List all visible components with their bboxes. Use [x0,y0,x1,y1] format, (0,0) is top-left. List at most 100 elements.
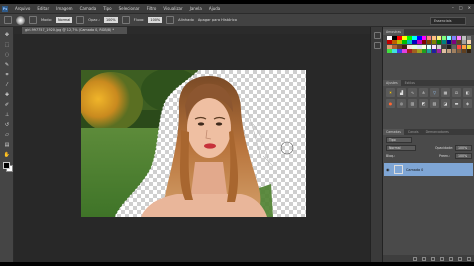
history-panel-icon[interactable] [374,32,381,39]
color-swatch[interactable] [461,40,467,45]
flow-field[interactable]: 100% [148,17,163,23]
foreground-color-swatch[interactable] [3,162,10,169]
gradient-map-icon[interactable]: ▬ [452,99,461,108]
color-swatch[interactable] [401,49,407,54]
color-swatch[interactable] [426,36,432,40]
erase-to-history-checkbox[interactable]: Apagar para Histórico [198,18,237,22]
menu-item-file[interactable]: Arquivo [15,6,30,11]
menu-item-image[interactable]: Imagem [56,6,72,11]
quick-select-tool-icon[interactable]: ✎ [2,60,12,69]
color-swatch[interactable] [391,40,397,45]
color-swatch[interactable] [391,36,397,40]
levels-icon[interactable]: ▟ [397,88,406,97]
color-swatch[interactable] [446,40,452,45]
hue-saturation-icon[interactable]: ▦ [441,88,450,97]
color-swatch[interactable] [421,40,427,45]
menu-item-edit[interactable]: Editar [37,6,49,11]
delete-layer-icon[interactable] [467,256,471,261]
move-tool-icon[interactable]: ✥ [2,30,12,39]
eyedropper-tool-icon[interactable]: ⁄ [2,80,12,89]
tab-adjustments[interactable]: Ajustes [383,80,401,86]
menu-item-select[interactable]: Selecionar [119,6,140,11]
menu-item-type[interactable]: Tipo [103,6,111,11]
threshold-icon[interactable]: ◪ [441,99,450,108]
color-swatch[interactable] [466,44,472,49]
selective-color-icon[interactable]: ◈ [463,99,472,108]
color-swatch[interactable] [441,36,447,40]
photo-filter-icon[interactable]: ● [386,99,395,108]
color-swatch[interactable] [396,49,402,54]
color-swatch[interactable] [451,44,457,49]
color-balance-icon[interactable]: ⚖ [452,88,461,97]
new-group-icon[interactable] [449,256,453,261]
close-button[interactable]: ✕ [468,5,471,10]
color-swatch[interactable] [466,40,472,45]
color-swatch[interactable] [456,36,462,40]
color-swatch[interactable] [387,49,392,54]
color-swatch[interactable] [441,49,447,54]
color-swatch[interactable] [451,40,457,45]
tab-paths[interactable]: Demarcadores [422,129,452,135]
channel-mixer-icon[interactable]: ◎ [397,99,406,108]
hand-tool-icon[interactable]: ✋ [2,150,12,159]
gradient-tool-icon[interactable]: ▤ [2,140,12,149]
color-swatch[interactable] [411,40,417,45]
color-swatch[interactable] [456,44,462,49]
color-swatch[interactable] [461,49,467,54]
color-swatch[interactable] [387,44,392,49]
color-swatch[interactable] [421,49,427,54]
color-swatch[interactable] [456,40,462,45]
color-swatch[interactable] [436,49,442,54]
history-brush-tool-icon[interactable]: ↺ [2,120,12,129]
brush-tool-icon[interactable]: ✐ [2,100,12,109]
menu-item-filter[interactable]: Filtro [147,6,157,11]
color-swatch[interactable] [431,36,437,40]
color-swatch[interactable] [401,44,407,49]
color-swatch[interactable] [406,49,412,54]
workspace-select[interactable]: Essenciais [430,17,466,25]
eraser-tool-icon[interactable]: ▱ [2,130,12,139]
maximize-button[interactable]: □ [459,5,463,10]
color-swatch[interactable] [441,40,447,45]
color-swatch[interactable] [461,44,467,49]
document-tab[interactable]: girl-997757_1920.jpg @ 12,7% (Camada 0, … [22,27,127,34]
brush-preset-picker[interactable] [16,15,25,25]
add-mask-icon[interactable] [431,256,435,261]
airbrush-icon[interactable] [166,16,175,24]
color-swatch[interactable] [451,49,457,54]
color-lookup-icon[interactable]: ▥ [408,99,417,108]
healing-brush-tool-icon[interactable]: ✚ [2,90,12,99]
history-brush-tool-icon[interactable] [4,16,12,24]
color-swatch[interactable] [416,44,422,49]
color-swatch[interactable] [396,44,402,49]
color-swatch[interactable] [416,49,422,54]
color-swatch[interactable] [426,49,432,54]
marquee-tool-icon[interactable]: ⬚ [2,40,12,49]
pressure-opacity-icon[interactable] [76,16,85,24]
minimize-button[interactable]: – [452,5,454,10]
brush-panel-toggle-icon[interactable] [29,16,37,24]
new-adjustment-icon[interactable] [440,256,444,261]
crop-tool-icon[interactable]: ⌗ [2,70,12,79]
color-swatch[interactable] [406,36,412,40]
document-canvas[interactable] [81,70,306,217]
vibrance-icon[interactable]: ▽ [430,88,439,97]
curves-icon[interactable]: ∿ [408,88,417,97]
mode-select[interactable]: Normal [56,17,73,23]
color-swatch[interactable] [416,40,422,45]
color-swatch[interactable] [406,44,412,49]
color-swatch[interactable] [426,40,432,45]
color-swatch[interactable] [446,49,452,54]
brightness-icon[interactable]: ☀ [386,88,395,97]
visibility-eye-icon[interactable]: ◉ [386,167,391,172]
link-layers-icon[interactable] [413,256,417,261]
color-swatch[interactable] [441,44,447,49]
color-swatch[interactable] [391,49,397,54]
color-swatch[interactable] [421,44,427,49]
invert-icon[interactable]: ◩ [419,99,428,108]
color-swatch[interactable] [426,44,432,49]
color-swatch[interactable] [406,40,412,45]
properties-panel-icon[interactable] [374,42,381,49]
menu-item-view[interactable]: Visualizar [163,6,182,11]
pressure-size-icon[interactable] [121,16,130,24]
